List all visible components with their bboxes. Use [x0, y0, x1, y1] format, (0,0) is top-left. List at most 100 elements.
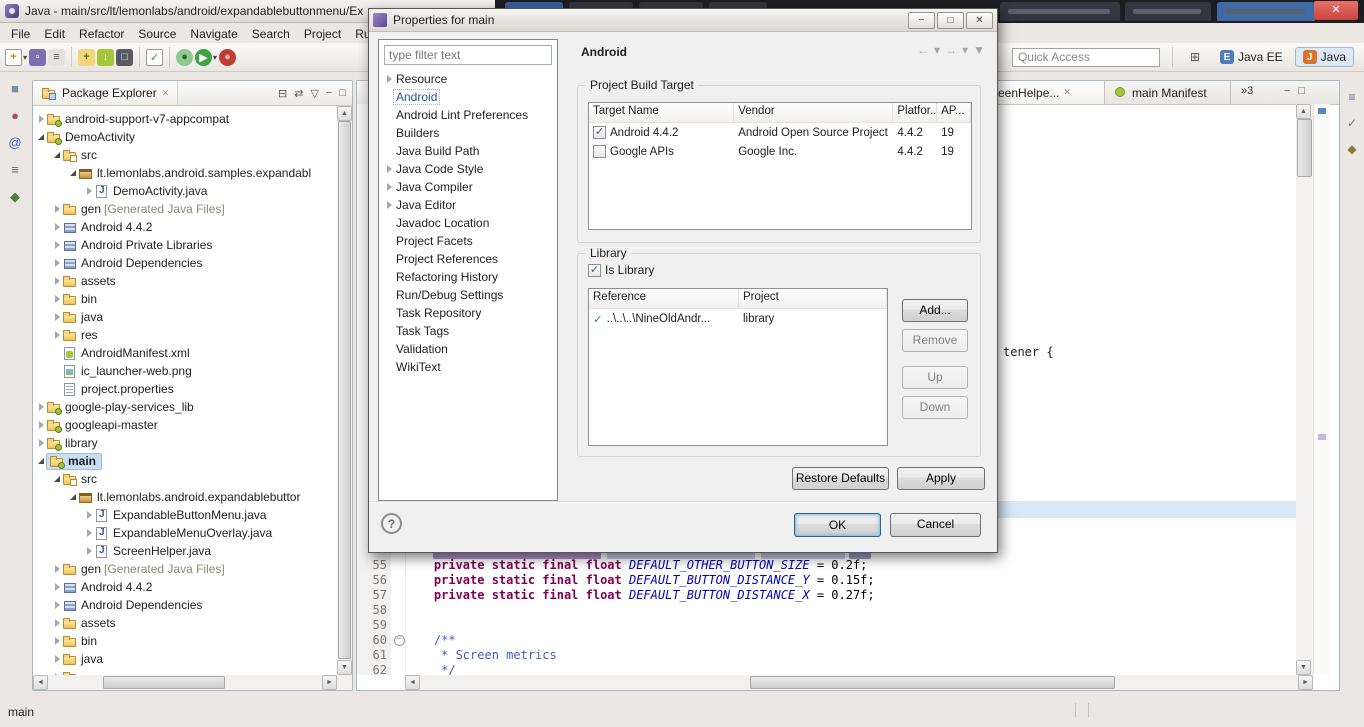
prop-page-java-code-style[interactable]: Java Code Style [379, 160, 557, 178]
twisty-expanded-icon[interactable] [68, 170, 78, 176]
close-view-icon[interactable] [162, 88, 170, 99]
fold-collapse-icon[interactable]: − [393, 635, 405, 646]
target-checkbox[interactable] [593, 126, 606, 139]
column-target-name[interactable]: Target Name [589, 103, 735, 122]
android-sdk-manager-icon[interactable]: ↓ [97, 46, 115, 68]
javadoc-icon[interactable]: @ [4, 133, 26, 153]
back-icon[interactable]: ← [917, 43, 929, 57]
minimized-ant-view-icon[interactable]: ◆ [1342, 140, 1362, 158]
prop-page-javadoc-location[interactable]: Javadoc Location [379, 214, 557, 232]
twisty-collapsed-icon[interactable] [52, 565, 62, 573]
overview-marker[interactable] [1318, 434, 1326, 440]
twisty-collapsed-icon[interactable] [52, 295, 62, 303]
twisty-collapsed-icon[interactable] [52, 331, 62, 339]
tree-item-ic-launcher-web-png[interactable]: ic_launcher-web.png [34, 362, 337, 380]
scroll-left-icon[interactable]: ◄ [405, 675, 420, 690]
tree-item-android-4-4-2[interactable]: Android 4.4.2 [34, 578, 337, 596]
ok-button[interactable]: OK [794, 513, 881, 537]
twisty-collapsed-icon[interactable] [384, 201, 394, 209]
prop-page-task-repository[interactable]: Task Repository [379, 304, 557, 322]
dialog-close-button[interactable]: ✕ [966, 11, 993, 29]
restore-defaults-button[interactable]: Restore Defaults [792, 467, 889, 490]
tree-item-android-dependencies[interactable]: Android Dependencies [34, 596, 337, 614]
package-explorer-tab[interactable]: Package Explorer [33, 81, 179, 105]
save-icon[interactable]: ▫ [29, 46, 47, 68]
scroll-down-icon[interactable]: ▼ [337, 660, 352, 675]
twisty-collapsed-icon[interactable] [52, 277, 62, 285]
twisty-collapsed-icon[interactable] [52, 637, 62, 645]
prop-page-run-debug-settings[interactable]: Run/Debug Settings [379, 286, 557, 304]
tree-item-assets[interactable]: assets [34, 614, 337, 632]
tree-item-android-4-4-2[interactable]: Android 4.4.2 [34, 218, 337, 236]
scroll-left-icon[interactable]: ◄ [33, 675, 48, 690]
tree-item-lt-lemonlabs-android-samples-expandabl[interactable]: lt.lemonlabs.android.samples.expandabl [34, 164, 337, 182]
prop-page-java-compiler[interactable]: Java Compiler [379, 178, 557, 196]
column-ap[interactable]: AP... [937, 103, 971, 122]
reference-row[interactable]: ..\..\..\NineOldAndr... library [589, 309, 887, 328]
prop-page-builders[interactable]: Builders [379, 124, 557, 142]
filter-input[interactable] [384, 45, 552, 65]
minimized-outline-view-icon[interactable]: ≡ [1342, 88, 1362, 106]
prop-page-project-references[interactable]: Project References [379, 250, 557, 268]
twisty-collapsed-icon[interactable] [52, 655, 62, 663]
scrollbar-thumb[interactable] [1297, 119, 1312, 177]
column-vendor[interactable]: Vendor [734, 103, 894, 122]
column-project[interactable]: Project [739, 289, 887, 308]
external-tools-icon[interactable]: ● [219, 46, 237, 68]
twisty-collapsed-icon[interactable] [52, 313, 62, 321]
background-window-close-button[interactable] [1314, 1, 1358, 20]
tree-item-java[interactable]: java [34, 308, 337, 326]
back-menu-icon[interactable]: ▾ [934, 43, 940, 57]
tree-item-main[interactable]: main [34, 452, 337, 470]
add-button[interactable]: Add... [902, 299, 968, 322]
tree-item-gen[interactable]: gen [Generated Java Files] [34, 200, 337, 218]
avd-manager-icon[interactable]: □ [116, 46, 134, 68]
twisty-collapsed-icon[interactable] [84, 187, 94, 195]
dialog-titlebar[interactable]: Properties for main − □ ✕ [369, 9, 997, 32]
twisty-collapsed-icon[interactable] [84, 511, 94, 519]
target-row-google-apis[interactable]: Google APIs Google Inc. 4.4.2 19 [589, 142, 971, 161]
tree-item-android-support-v7-appcompat[interactable]: android-support-v7-appcompat [34, 110, 337, 128]
prop-page-project-facets[interactable]: Project Facets [379, 232, 557, 250]
tree-item-demoactivity[interactable]: DemoActivity [34, 128, 337, 146]
menu-item-project[interactable]: Project [297, 25, 348, 43]
twisty-collapsed-icon[interactable] [52, 619, 62, 627]
tree-item-bin[interactable]: bin [34, 290, 337, 308]
tree-item-expandablebuttonmenu-java[interactable]: ExpandableButtonMenu.java [34, 506, 337, 524]
column-platfor[interactable]: Platfor... [893, 103, 938, 122]
tree-item-java[interactable]: java [34, 650, 337, 668]
maximize-icon[interactable]: □ [339, 87, 346, 99]
twisty-collapsed-icon[interactable] [52, 583, 62, 591]
tree-item-androidmanifest-xml[interactable]: AndroidManifest.xml [34, 344, 337, 362]
tree-item-android-private-libraries[interactable]: Android Private Libraries [34, 236, 337, 254]
prop-page-wikitext[interactable]: WikiText [379, 358, 557, 376]
minimize-icon[interactable]: − [326, 87, 332, 99]
menu-item-file[interactable]: File [4, 25, 37, 43]
new-wizard-icon[interactable]: + ▾ [5, 46, 27, 68]
dialog-maximize-button[interactable]: □ [937, 11, 964, 29]
editor-vscrollbar[interactable]: ▲ ▼ [1296, 104, 1313, 675]
code-editor[interactable]: 55 private static final float DEFAULT_OT… [357, 558, 1313, 678]
twisty-collapsed-icon[interactable] [36, 403, 46, 411]
breakpoints-icon[interactable]: ● [4, 106, 26, 126]
target-checkbox[interactable] [593, 145, 606, 158]
scrollbar-thumb[interactable] [750, 676, 1116, 689]
scrollbar-thumb[interactable] [103, 676, 225, 689]
tree-item-expandablemenuoverlay-java[interactable]: ExpandableMenuOverlay.java [34, 524, 337, 542]
target-row-android-4-4-2[interactable]: Android 4.4.2 Android Open Source Project… [589, 123, 971, 142]
prop-page-java-build-path[interactable]: Java Build Path [379, 142, 557, 160]
twisty-collapsed-icon[interactable] [384, 183, 394, 191]
minimized-task-list-icon[interactable]: ✓ [1342, 114, 1362, 132]
view-menu-icon[interactable]: ▽ [310, 87, 318, 100]
twisty-collapsed-icon[interactable] [384, 75, 394, 83]
twisty-expanded-icon[interactable] [52, 152, 62, 158]
twisty-collapsed-icon[interactable] [52, 241, 62, 249]
scrollbar-thumb[interactable] [338, 121, 351, 659]
twisty-collapsed-icon[interactable] [36, 115, 46, 123]
forward-menu-icon[interactable]: ▾ [962, 43, 968, 57]
column-reference[interactable]: Reference [589, 289, 739, 308]
menu-item-source[interactable]: Source [131, 25, 183, 43]
tree-item-gen[interactable]: gen [Generated Java Files] [34, 560, 337, 578]
tree-item-bin[interactable]: bin [34, 632, 337, 650]
twisty-collapsed-icon[interactable] [84, 529, 94, 537]
